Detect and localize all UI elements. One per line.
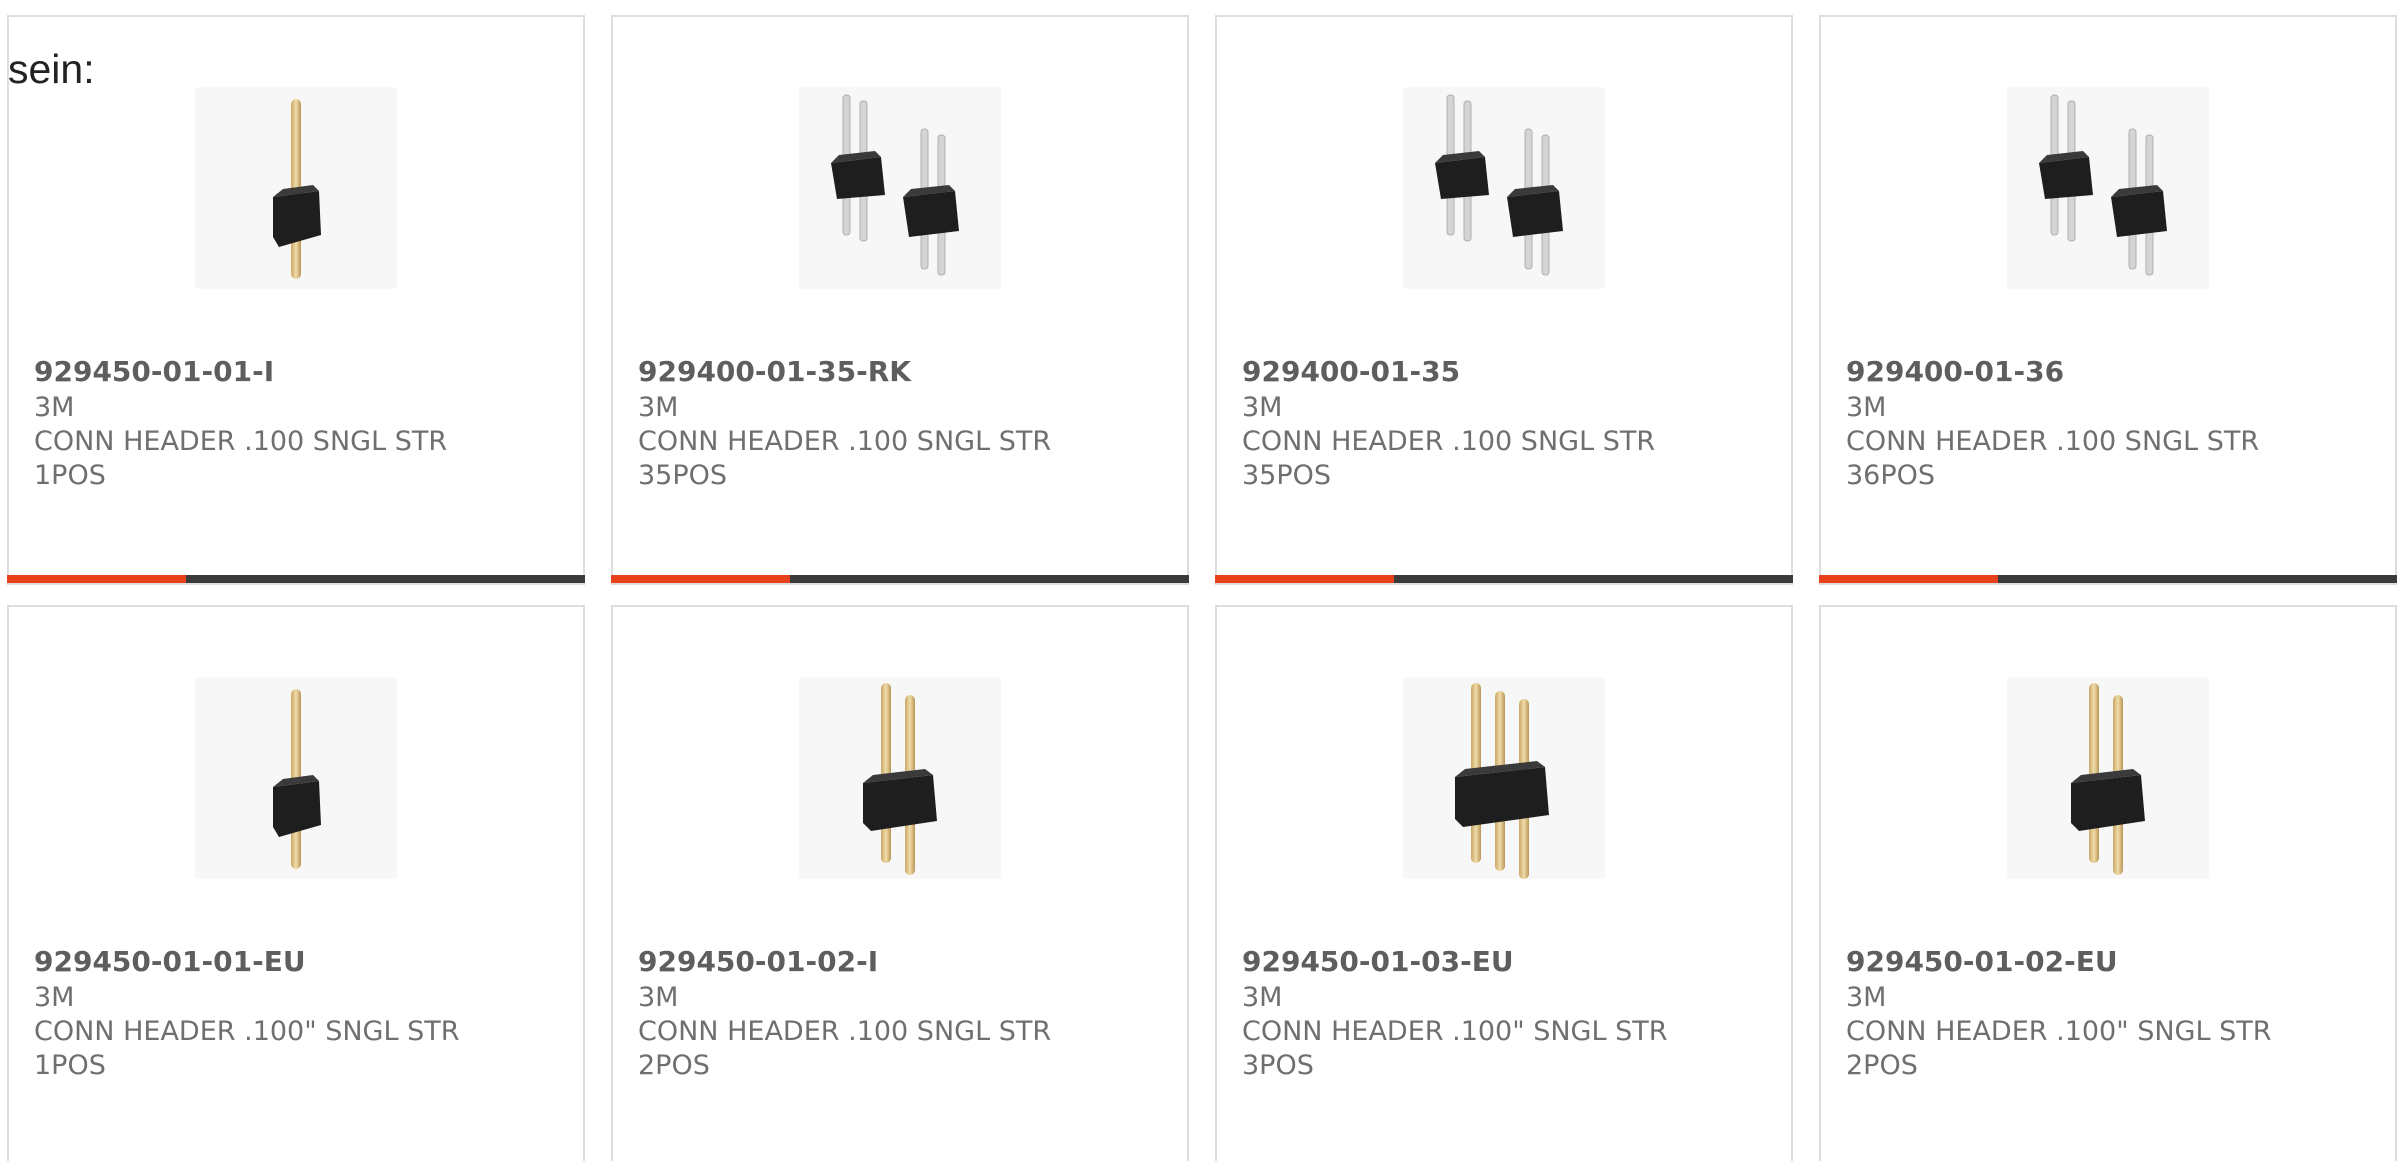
manufacturer: 3M: [638, 392, 679, 423]
product-card[interactable]: 929450-01-01-I 3M CONN HEADER .100 SNGL …: [7, 15, 585, 585]
progress-bar: [611, 575, 1189, 583]
position-count: 2POS: [1846, 1050, 1918, 1081]
dual-header-pair-icon: [2007, 87, 2209, 289]
position-count: 35POS: [638, 460, 728, 491]
product-image[interactable]: [2007, 87, 2209, 289]
product-image[interactable]: [195, 677, 397, 879]
part-number[interactable]: 929450-01-01-EU: [34, 945, 306, 979]
progress-fill: [7, 575, 187, 583]
manufacturer: 3M: [1242, 982, 1283, 1013]
dual-header-pair-icon: [799, 87, 1001, 289]
dual-header-pair-icon: [1403, 87, 1605, 289]
part-number[interactable]: 929450-01-03-EU: [1242, 945, 1514, 979]
position-count: 1POS: [34, 1050, 106, 1081]
position-count: 1POS: [34, 460, 106, 491]
description-line: CONN HEADER .100 SNGL STR: [1846, 426, 2260, 457]
product-card[interactable]: 929400-01-35-RK 3M CONN HEADER .100 SNGL…: [611, 15, 1189, 585]
progress-fill: [1819, 575, 1999, 583]
part-number[interactable]: 929450-01-01-I: [34, 355, 274, 389]
product-image[interactable]: [799, 87, 1001, 289]
part-number[interactable]: 929400-01-35-RK: [638, 355, 911, 389]
product-card[interactable]: 929400-01-35 3M CONN HEADER .100 SNGL ST…: [1215, 15, 1793, 585]
manufacturer: 3M: [1846, 392, 1887, 423]
description-line: CONN HEADER .100 SNGL STR: [34, 426, 448, 457]
manufacturer: 3M: [1242, 392, 1283, 423]
two-pin-header-icon: [799, 677, 1001, 879]
progress-fill: [1215, 575, 1395, 583]
product-card[interactable]: 929450-01-02-I 3M CONN HEADER .100 SNGL …: [611, 605, 1189, 1161]
product-card[interactable]: 929450-01-03-EU 3M CONN HEADER .100" SNG…: [1215, 605, 1793, 1161]
two-pin-header-icon: [2007, 677, 2209, 879]
product-image[interactable]: [1403, 87, 1605, 289]
product-grid: 929450-01-01-I 3M CONN HEADER .100 SNGL …: [0, 0, 2400, 1161]
manufacturer: 3M: [1846, 982, 1887, 1013]
product-card[interactable]: 929450-01-01-EU 3M CONN HEADER .100" SNG…: [7, 605, 585, 1161]
product-card[interactable]: 929400-01-36 3M CONN HEADER .100 SNGL ST…: [1819, 15, 2397, 585]
product-card[interactable]: 929450-01-02-EU 3M CONN HEADER .100" SNG…: [1819, 605, 2397, 1161]
part-number[interactable]: 929450-01-02-EU: [1846, 945, 2118, 979]
progress-bar: [1215, 575, 1793, 583]
position-count: 3POS: [1242, 1050, 1314, 1081]
description-line: CONN HEADER .100 SNGL STR: [1242, 426, 1656, 457]
product-image[interactable]: [195, 87, 397, 289]
product-image[interactable]: [799, 677, 1001, 879]
description-line: CONN HEADER .100" SNGL STR: [1846, 1016, 2272, 1047]
intro-text: sein:: [8, 46, 95, 92]
position-count: 36POS: [1846, 460, 1936, 491]
progress-bar: [1819, 575, 2397, 583]
part-number[interactable]: 929400-01-35: [1242, 355, 1460, 389]
description-line: CONN HEADER .100 SNGL STR: [638, 1016, 1052, 1047]
part-number[interactable]: 929400-01-36: [1846, 355, 2064, 389]
part-number[interactable]: 929450-01-02-I: [638, 945, 878, 979]
manufacturer: 3M: [638, 982, 679, 1013]
three-pin-header-icon: [1403, 677, 1605, 879]
progress-bar: [7, 575, 585, 583]
product-image[interactable]: [2007, 677, 2209, 879]
description-line: CONN HEADER .100 SNGL STR: [638, 426, 1052, 457]
progress-fill: [611, 575, 791, 583]
single-pin-header-icon: [195, 677, 397, 879]
position-count: 2POS: [638, 1050, 710, 1081]
description-line: CONN HEADER .100" SNGL STR: [1242, 1016, 1668, 1047]
description-line: CONN HEADER .100" SNGL STR: [34, 1016, 460, 1047]
manufacturer: 3M: [34, 392, 75, 423]
product-image[interactable]: [1403, 677, 1605, 879]
manufacturer: 3M: [34, 982, 75, 1013]
position-count: 35POS: [1242, 460, 1332, 491]
single-pin-header-icon: [195, 87, 397, 289]
